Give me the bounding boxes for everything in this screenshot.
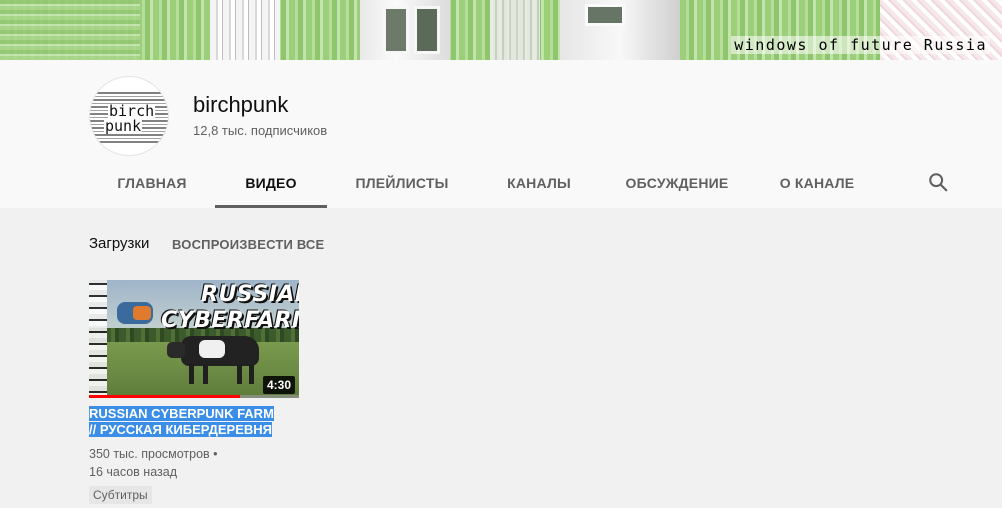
banner-window xyxy=(414,6,440,54)
thumb-cow xyxy=(167,336,259,366)
channel-tabs: ГЛАВНАЯ ВИДЕО ПЛЕЙЛИСТЫ КАНАЛЫ ОБСУЖДЕНИ… xyxy=(89,160,881,208)
watch-progress-fill xyxy=(89,395,241,398)
thumb-drone-part xyxy=(133,306,151,320)
play-all-button[interactable]: ВОСПРОИЗВЕСТИ ВСЕ xyxy=(172,237,324,252)
tab-about[interactable]: О КАНАЛЕ xyxy=(753,160,881,208)
subscriber-count: 12,8 тыс. подписчиков xyxy=(193,123,328,138)
tab-channels[interactable]: КАНАЛЫ xyxy=(477,160,601,208)
watch-progress-bar xyxy=(89,395,299,398)
video-views: 350 тыс. просмотров • xyxy=(89,447,218,461)
avatar-text: punk xyxy=(104,117,143,135)
thumb-cow-leg xyxy=(203,364,208,384)
section-title: Загрузки xyxy=(89,235,150,252)
video-title-line: RUSSIAN CYBERPUNK FARM xyxy=(89,406,274,421)
banner-window xyxy=(585,4,625,26)
channel-header: birch punk birchpunk 12,8 тыс. подписчик… xyxy=(0,60,1002,208)
video-title-line: // РУССКАЯ КИБЕРДЕРЕВНЯ xyxy=(89,422,273,437)
channel-banner: windows of future Russia xyxy=(0,0,1002,60)
banner-building xyxy=(490,0,540,60)
video-age: 16 часов назад xyxy=(89,465,177,479)
thumb-cow-leg xyxy=(237,364,242,384)
banner-caption: windows of future Russia xyxy=(731,36,990,54)
search-icon[interactable] xyxy=(927,171,949,193)
banner-window xyxy=(383,6,409,54)
banner-building xyxy=(210,0,280,60)
channel-name: birchpunk xyxy=(193,92,289,117)
thumb-glitch-strip xyxy=(89,280,107,398)
thumb-cow-leg xyxy=(249,364,254,384)
tab-home[interactable]: ГЛАВНАЯ xyxy=(89,160,215,208)
tab-playlists[interactable]: ПЛЕЙЛИСТЫ xyxy=(327,160,477,208)
tab-discussion[interactable]: ОБСУЖДЕНИЕ xyxy=(601,160,753,208)
video-thumbnail[interactable]: RUSSIAN CYBERFARM 4:30 xyxy=(89,280,299,398)
thumb-text: RUSSIAN xyxy=(201,282,299,307)
thumb-cow-head xyxy=(167,342,185,358)
video-title-link[interactable]: RUSSIAN CYBERPUNK FARM // РУССКАЯ КИБЕРД… xyxy=(89,406,309,438)
banner-pattern xyxy=(0,0,140,60)
thumb-cow-leg xyxy=(189,364,194,384)
subtitles-badge: Субтитры xyxy=(89,486,152,504)
thumb-text: CYBERFARM xyxy=(161,308,299,333)
tab-videos[interactable]: ВИДЕО xyxy=(215,160,327,208)
video-duration: 4:30 xyxy=(262,376,295,394)
video-views-text: 350 тыс. просмотров xyxy=(89,447,210,461)
avatar[interactable]: birch punk xyxy=(89,76,169,156)
thumb-cow-spot xyxy=(199,340,225,358)
